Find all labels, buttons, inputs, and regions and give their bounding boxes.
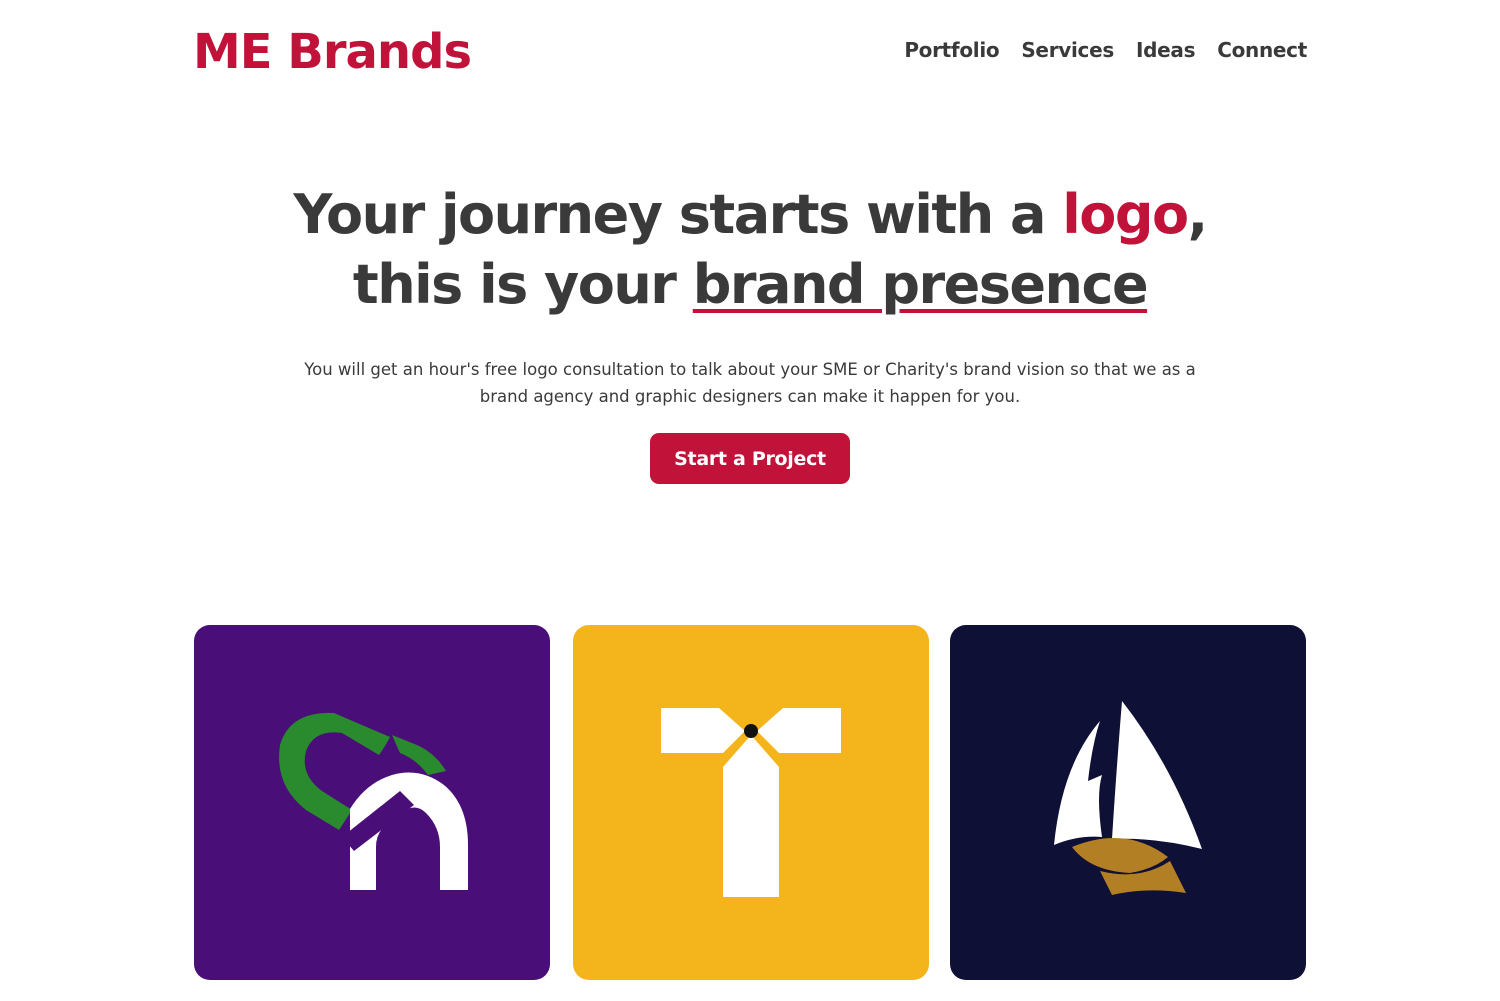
sailboat-logo-icon xyxy=(950,625,1306,980)
hero-line1-suffix: , xyxy=(1187,183,1209,246)
ca-logo-icon xyxy=(194,625,550,980)
portfolio-tile-ca[interactable] xyxy=(194,625,550,980)
t-center-dot xyxy=(744,724,758,738)
nav-connect[interactable]: Connect xyxy=(1217,38,1307,62)
start-project-button[interactable]: Start a Project xyxy=(650,433,850,484)
hero-underlined-phrase: brand presence xyxy=(692,253,1149,316)
brand-logo[interactable]: ME Brands xyxy=(193,22,472,82)
portfolio-tile-t[interactable] xyxy=(573,625,929,980)
page: ME Brands Portfolio Services Ideas Conne… xyxy=(0,0,1500,1001)
nav-portfolio[interactable]: Portfolio xyxy=(904,38,999,62)
hero-subtitle: You will get an hour's free logo consult… xyxy=(304,360,1196,406)
hero-accent-word: logo xyxy=(1062,183,1189,246)
hero-line1-prefix: Your journey starts with a xyxy=(293,183,1063,246)
t-stem xyxy=(723,735,779,897)
main-nav: Portfolio Services Ideas Connect xyxy=(904,38,1307,62)
t-logo-icon xyxy=(573,625,929,980)
nav-services[interactable]: Services xyxy=(1021,38,1114,62)
hero-title: Your journey starts with a logo, this is… xyxy=(0,180,1500,320)
hero-line2-prefix: this is your xyxy=(352,253,693,316)
nav-ideas[interactable]: Ideas xyxy=(1136,38,1196,62)
portfolio-tile-sailboat[interactable] xyxy=(950,625,1306,980)
